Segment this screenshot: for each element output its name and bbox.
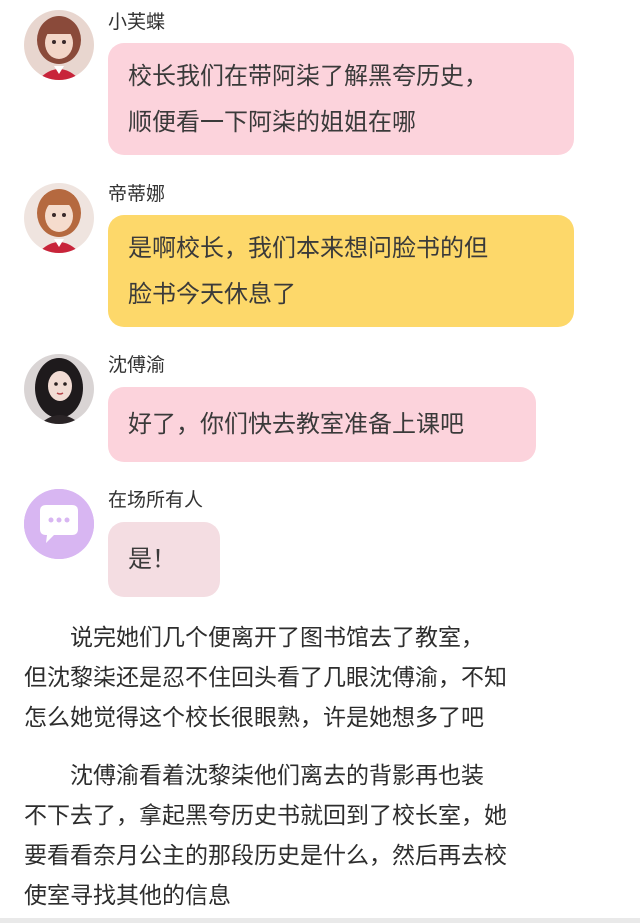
girl-avatar-icon bbox=[24, 10, 94, 80]
narration-line: 不下去了，拿起黑夸历史书就回到了校长室，她 bbox=[24, 803, 507, 829]
sender-name: 在场所有人 bbox=[108, 489, 204, 511]
chat-bubble-icon bbox=[24, 489, 94, 559]
sender-name: 小芙蝶 bbox=[108, 11, 166, 33]
message-bubble[interactable]: 校长我们在带阿柒了解黑夸历史， 顺便看一下阿柒的姐姐在哪 bbox=[108, 43, 574, 155]
sender-name: 沈傅渝 bbox=[108, 354, 166, 376]
narration-paragraph: 沈傅渝看着沈黎柒他们离去的背影再也装 不下去了，拿起黑夸历史书就回到了校长室，她… bbox=[24, 756, 624, 916]
message-line: 是啊校长，我们本来想问脸书的但 bbox=[128, 234, 488, 262]
message-line: 是！ bbox=[128, 545, 176, 573]
narration-line: 但沈黎柒还是忍不住回头看了几眼沈傅渝，不知 bbox=[24, 665, 507, 691]
message-line: 顺便看一下阿柒的姐姐在哪 bbox=[128, 108, 416, 136]
narration-line: 说完她们几个便离开了图书馆去了教室， bbox=[24, 625, 484, 651]
woman-avatar-icon bbox=[24, 354, 94, 424]
message-line: 脸书今天休息了 bbox=[128, 280, 296, 308]
avatar[interactable] bbox=[24, 354, 94, 424]
avatar[interactable] bbox=[24, 489, 94, 559]
bottom-divider bbox=[0, 918, 640, 923]
message-bubble[interactable]: 好了，你们快去教室准备上课吧 bbox=[108, 387, 536, 462]
narration-line: 怎么她觉得这个校长很眼熟，许是她想多了吧 bbox=[24, 705, 484, 731]
message-line: 好了，你们快去教室准备上课吧 bbox=[128, 410, 464, 438]
narration-paragraph: 说完她们几个便离开了图书馆去了教室， 但沈黎柒还是忍不住回头看了几眼沈傅渝，不知… bbox=[24, 618, 624, 738]
avatar[interactable] bbox=[24, 183, 94, 253]
message-bubble[interactable]: 是啊校长，我们本来想问脸书的但 脸书今天休息了 bbox=[108, 215, 574, 327]
sender-name: 帝蒂娜 bbox=[108, 183, 166, 205]
girl-avatar-icon bbox=[24, 183, 94, 253]
narration-line: 要看看奈月公主的那段历史是什么，然后再去校 bbox=[24, 843, 507, 869]
narration-line: 沈傅渝看着沈黎柒他们离去的背影再也装 bbox=[24, 763, 484, 789]
avatar[interactable] bbox=[24, 10, 94, 80]
narration-line: 使室寻找其他的信息 bbox=[24, 883, 231, 909]
message-bubble[interactable]: 是！ bbox=[108, 522, 220, 597]
message-line: 校长我们在带阿柒了解黑夸历史， bbox=[128, 62, 488, 90]
